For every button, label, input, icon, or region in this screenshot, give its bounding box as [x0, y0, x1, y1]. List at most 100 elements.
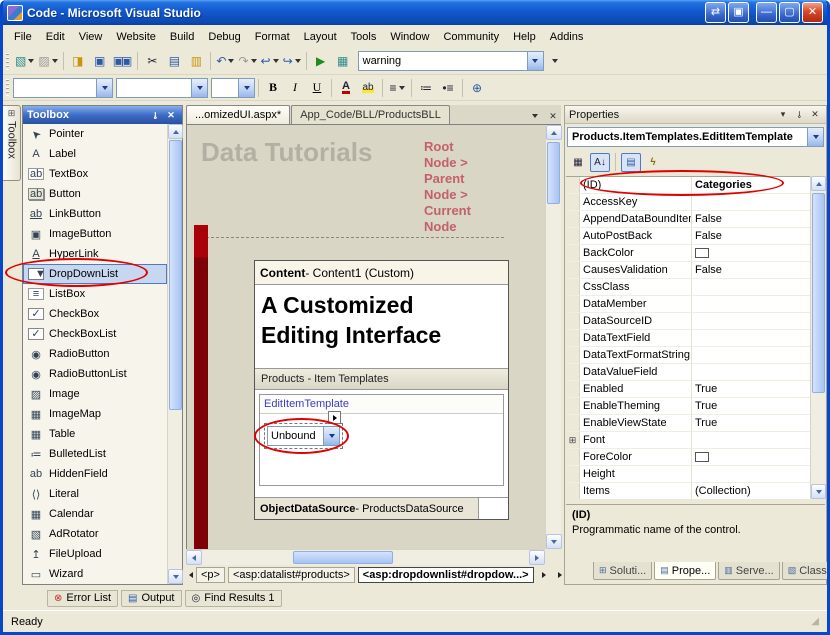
property-row[interactable]: EnableTheming True [566, 398, 811, 415]
toolbox-item[interactable]: ▭ Wizard [23, 564, 167, 584]
find-options-button[interactable] [544, 50, 566, 72]
property-row[interactable]: DataValueField [566, 364, 811, 381]
redo-button[interactable]: ↷ [236, 50, 258, 72]
property-row[interactable]: AppendDataBoundItem False [566, 211, 811, 228]
undo-button[interactable]: ↶ [214, 50, 236, 72]
add-item-button[interactable]: ▨ [36, 50, 59, 72]
toolbox-item[interactable]: ▨ Image [23, 384, 167, 404]
toolbox-item[interactable]: ≡ ListBox [23, 284, 167, 304]
hyperlink-button[interactable]: ⊕ [466, 77, 488, 99]
property-row[interactable]: DataSourceID [566, 313, 811, 330]
property-grid-scrollbar[interactable] [810, 176, 825, 499]
property-row[interactable]: DataTextFormatString [566, 347, 811, 364]
toolbox-item[interactable]: ▧ AdRotator [23, 524, 167, 544]
toolbox-item[interactable]: ◉ RadioButtonList [23, 364, 167, 384]
toolbox-item[interactable]: ⟨⟩ Literal [23, 484, 167, 504]
bottom-panel-tab[interactable]: ◎ Find Results 1 [185, 590, 282, 607]
events-button[interactable]: ϟ [643, 153, 663, 172]
alphabetical-button[interactable]: A↓ [590, 153, 610, 172]
alignment-button[interactable]: ≡ [386, 77, 408, 99]
toolbox-item[interactable]: ≔ BulletedList [23, 444, 167, 464]
property-row[interactable]: Enabled True [566, 381, 811, 398]
dropdownlist-arrow-button[interactable] [323, 427, 339, 445]
menu-item[interactable]: File [7, 28, 39, 46]
document-tab[interactable]: ...omizedUI.aspx* [186, 105, 290, 124]
start-debug-button[interactable]: ▶ [310, 50, 332, 72]
tag-navigator-item[interactable]: <asp:dropdownlist#dropdow...> [358, 567, 534, 583]
menu-item[interactable]: Addins [543, 28, 591, 46]
tag-navigator-item[interactable]: <asp:datalist#products> [228, 567, 355, 583]
copy-button[interactable]: ▤ [163, 50, 185, 72]
property-row[interactable]: (ID) Categories [566, 177, 811, 194]
scrollbar-thumb[interactable] [812, 193, 825, 393]
dock-button[interactable]: ▣ [728, 2, 749, 23]
menu-item[interactable]: Build [163, 28, 201, 46]
toolbox-header[interactable]: Toolbox ⊸ ✕ [23, 106, 182, 124]
scroll-down-button[interactable] [168, 569, 183, 584]
tag-navigator-item[interactable]: <p> [196, 567, 225, 583]
categorized-button[interactable]: ▦ [568, 153, 588, 172]
property-row[interactable]: CssClass [566, 279, 811, 296]
categories-dropdownlist[interactable]: Unbound [267, 426, 340, 446]
tag-scroll-left-button[interactable] [189, 567, 193, 583]
toolbox-scrollbar[interactable] [167, 124, 182, 584]
scrollbar-thumb[interactable] [293, 551, 393, 564]
tag-scroll-right-button[interactable] [537, 567, 551, 583]
toolbar-grip[interactable] [6, 79, 9, 96]
scroll-left-button[interactable] [186, 550, 202, 565]
property-row[interactable]: CausesValidation False [566, 262, 811, 279]
navigate-forward-button[interactable]: ↪ [281, 50, 303, 72]
property-row[interactable]: ForeColor [566, 449, 811, 466]
numbered-list-button[interactable]: ≔ [415, 77, 437, 99]
property-row[interactable]: BackColor [566, 245, 811, 262]
bottom-panel-tab[interactable]: ▤ Output [121, 590, 181, 607]
menu-item[interactable]: Help [506, 28, 543, 46]
font-size-combobox[interactable] [211, 78, 255, 98]
block-format-combobox[interactable] [13, 78, 113, 98]
object-selector-dropdown[interactable] [807, 128, 823, 146]
scroll-up-button[interactable] [811, 176, 826, 191]
toolbox-item[interactable]: ab HiddenField [23, 464, 167, 484]
window-switch-button[interactable]: ⇄ [705, 2, 726, 23]
scroll-up-button[interactable] [168, 124, 183, 139]
close-document-button[interactable]: ✕ [545, 108, 561, 124]
scrollbar-thumb[interactable] [169, 140, 182, 410]
scroll-up-button[interactable] [546, 125, 562, 140]
browse-button[interactable]: ▦ [332, 50, 354, 72]
font-name-combobox[interactable] [116, 78, 208, 98]
scrollbar-thumb[interactable] [547, 142, 560, 204]
highlight-button[interactable]: ab [357, 77, 379, 99]
smart-tag-button[interactable] [328, 411, 341, 424]
properties-header[interactable]: Properties ▾ ⊸ ✕ [565, 106, 826, 124]
toolbox-item[interactable]: A Label [23, 144, 167, 164]
toolbox-item[interactable]: ✓ CheckBox [23, 304, 167, 324]
property-row[interactable]: AutoPostBack False [566, 228, 811, 245]
object-selector-combobox[interactable]: Products.ItemTemplates.EditItemTemplate [567, 127, 824, 147]
menu-item[interactable]: Layout [297, 28, 344, 46]
active-files-button[interactable] [527, 108, 543, 124]
pin-button[interactable]: ⊸ [148, 108, 162, 122]
font-size-dropdown[interactable] [238, 79, 254, 97]
menu-item[interactable]: View [72, 28, 110, 46]
property-row[interactable]: EnableViewState True [566, 415, 811, 432]
menu-item[interactable]: Edit [39, 28, 72, 46]
pin-button[interactable]: ⊸ [792, 108, 806, 122]
toolbox-item[interactable]: ab LinkButton [23, 204, 167, 224]
menu-item[interactable]: Format [248, 28, 297, 46]
datalist-designer-header[interactable]: Products - Item Templates [255, 368, 508, 390]
toolbox-side-tab[interactable]: ⊞ Toolbox [3, 105, 21, 181]
find-combobox-dropdown[interactable] [527, 52, 543, 70]
menu-item[interactable]: Debug [201, 28, 247, 46]
scroll-right-button[interactable] [529, 550, 545, 565]
properties-view-button[interactable]: ▤ [621, 153, 641, 172]
save-all-button[interactable]: ▣▣ [111, 50, 135, 72]
italic-button[interactable]: I [284, 77, 306, 99]
toolbox-item[interactable]: ◉ RadioButton [23, 344, 167, 364]
scroll-down-button[interactable] [546, 534, 562, 549]
toolbox-item[interactable]: ▣ ImageButton [23, 224, 167, 244]
foreground-color-button[interactable]: A [335, 77, 357, 99]
property-row[interactable]: DataTextField [566, 330, 811, 347]
resize-grip-icon[interactable]: ◢ [811, 616, 819, 627]
content-placeholder[interactable]: Content - Content1 (Custom) A Customized… [254, 260, 509, 520]
toolbox-item[interactable]: ▦ Table [23, 424, 167, 444]
